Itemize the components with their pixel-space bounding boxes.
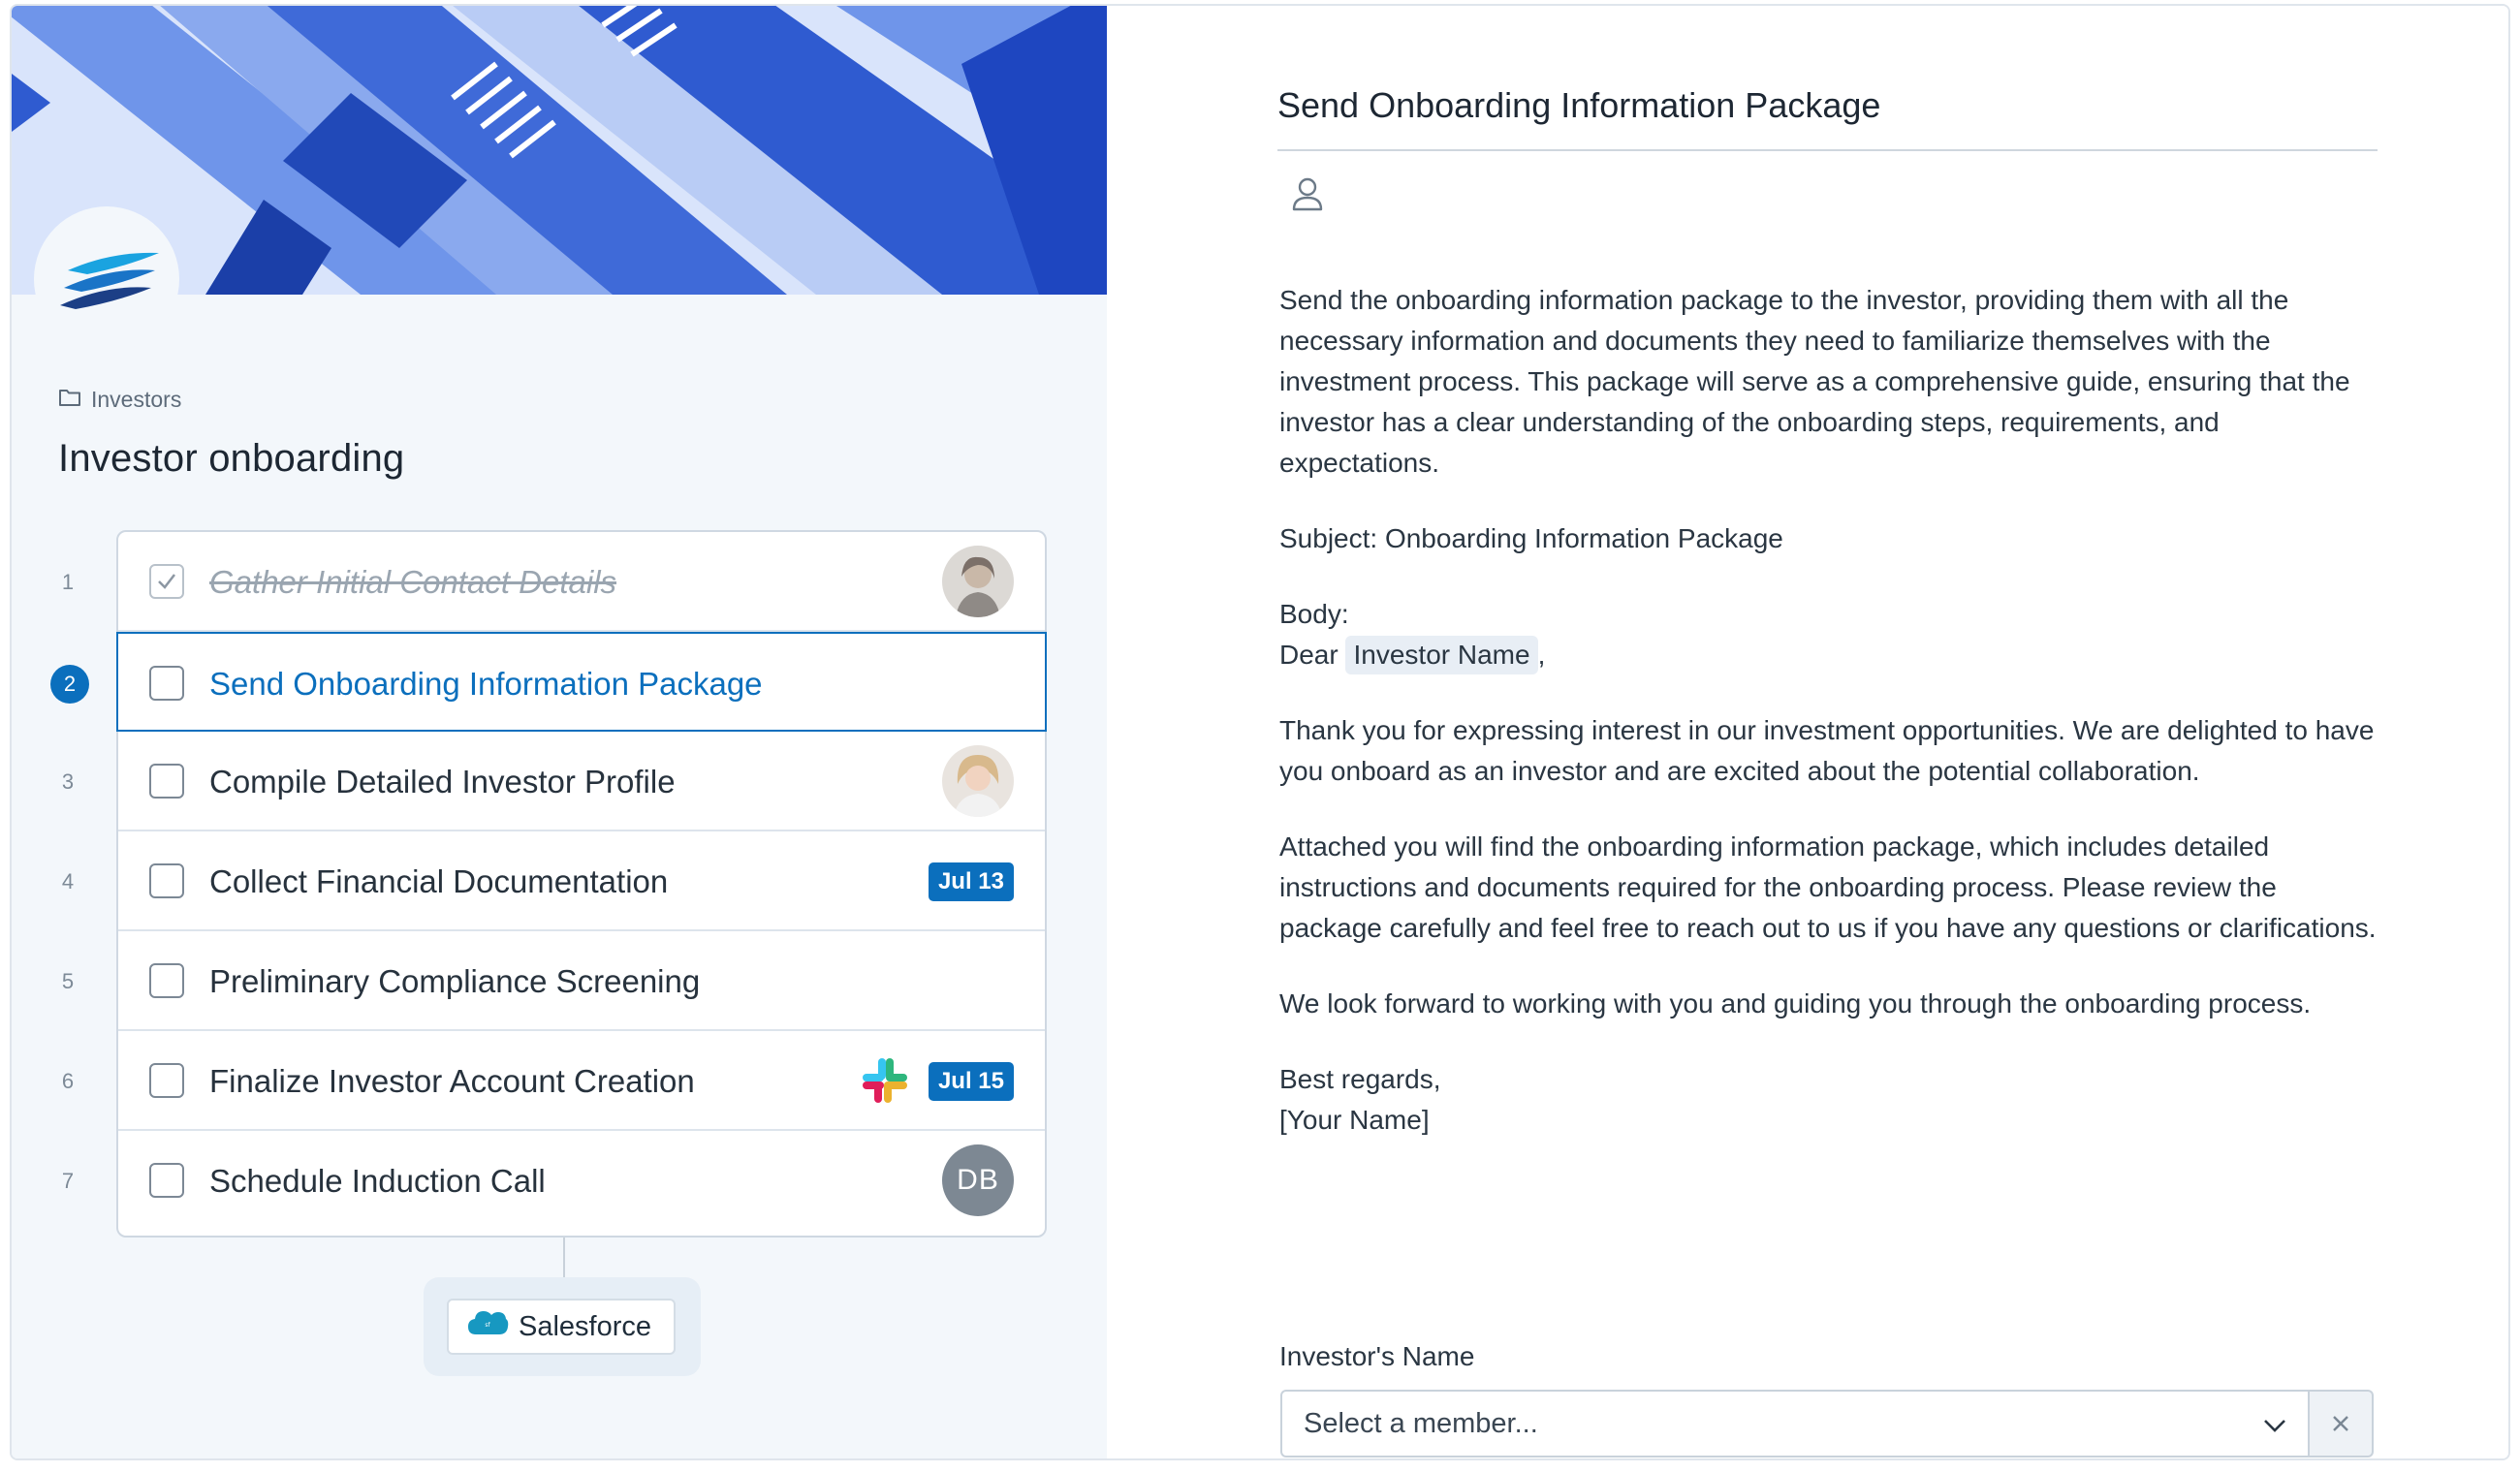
investor-name-field-label: Investor's Name [1279,1341,1475,1371]
step-checkbox-checked[interactable] [149,564,184,599]
checklist-item-2[interactable]: 2 Send Onboarding Information Package [50,632,1047,732]
due-date-badge[interactable]: Jul 13 [928,862,1014,901]
integration-node: sf Salesforce [424,1277,701,1376]
flow-connector [563,1238,565,1278]
company-logo [34,206,179,352]
checklist-item-4[interactable]: 4 Collect Financial Documentation Jul 13 [62,831,1045,931]
task-description: Send the onboarding information package … [1279,280,2384,1141]
greeting-suffix: , [1537,640,1546,670]
step-number: 5 [61,968,75,993]
assignee-avatar[interactable] [942,745,1014,817]
member-select-placeholder: Select a member... [1304,1407,1538,1439]
step-checkbox[interactable] [149,863,184,898]
assignee-avatar[interactable] [942,546,1014,617]
description-intro: Send the onboarding information package … [1279,285,2350,478]
investor-name-variable: Investor Name [1345,636,1538,674]
email-body-label: Body: [1279,599,1349,629]
chevron-down-icon [2261,1413,2288,1441]
due-date-badge[interactable]: Jul 15 [928,1062,1014,1101]
folder-icon [58,387,81,413]
task-title: Send Onboarding Information Package [1277,85,1881,125]
step-label: Schedule Induction Call [209,1162,546,1199]
header-banner [12,6,1107,295]
salesforce-icon: sf [466,1307,509,1346]
member-select[interactable]: Select a member... [1280,1390,2310,1457]
step-checkbox[interactable] [149,666,184,701]
step-label: Send Onboarding Information Package [209,665,763,702]
checklist-item-6[interactable]: 6 Finalize Investor Account Creation Jul… [62,1031,1045,1131]
step-number: 3 [61,768,75,794]
svg-text:sf: sf [485,1322,490,1329]
task-detail-panel: Send Onboarding Information Package Send… [1107,6,2508,1458]
step-number-active: 2 [50,634,89,734]
email-paragraph-2: Attached you will find the onboarding in… [1279,831,2377,943]
step-number: 1 [61,569,75,594]
assign-user-icon[interactable] [1291,176,1324,216]
close-icon [2333,1416,2348,1431]
integration-label: Salesforce [519,1310,652,1342]
slack-icon [861,1056,909,1110]
step-checkbox[interactable] [149,963,184,998]
email-subject: Subject: Onboarding Information Package [1279,523,1783,553]
email-signature: [Your Name] [1279,1105,1430,1135]
step-number: 7 [61,1168,75,1193]
title-divider [1277,149,2378,151]
assignee-initials-avatar[interactable]: DB [942,1144,1014,1216]
step-number: 6 [61,1068,75,1093]
step-label: Gather Initial Contact Details [209,563,617,600]
step-label: Collect Financial Documentation [209,862,669,899]
email-paragraph-3: We look forward to working with you and … [1279,988,2312,1019]
email-greeting: Dear Investor Name, [1279,635,2384,675]
step-label: Preliminary Compliance Screening [209,962,701,999]
breadcrumb[interactable]: Investors [58,387,181,413]
step-checkbox[interactable] [149,1163,184,1198]
check-icon [158,574,175,589]
breadcrumb-folder-label: Investors [91,387,182,412]
checklist: 1 Gather Initial Contact Details 2 Send … [50,530,1047,1238]
checklist-item-5[interactable]: 5 Preliminary Compliance Screening [62,931,1045,1031]
email-paragraph-1: Thank you for expressing interest in our… [1279,715,2375,786]
checklist-panel: Investors Investor onboarding 1 Gather I… [12,6,1107,1458]
salesforce-integration-button[interactable]: sf Salesforce [447,1299,676,1355]
checklist-item-7[interactable]: 7 Schedule Induction Call DB [62,1131,1045,1231]
step-checkbox[interactable] [149,1063,184,1098]
step-label: Compile Detailed Investor Profile [209,763,676,799]
page-title: Investor onboarding [58,437,405,480]
clear-selection-button[interactable] [2310,1390,2374,1457]
greeting-prefix: Dear [1279,640,1339,670]
step-label: Finalize Investor Account Creation [209,1062,695,1099]
checklist-item-3[interactable]: 3 Compile Detailed Investor Profile [62,732,1045,831]
email-signoff: Best regards, [1279,1064,1441,1094]
step-number: 4 [61,868,75,893]
step-checkbox[interactable] [149,764,184,799]
checklist-item-1[interactable]: 1 Gather Initial Contact Details [62,532,1045,632]
app-window: Investors Investor onboarding 1 Gather I… [10,4,2510,1460]
